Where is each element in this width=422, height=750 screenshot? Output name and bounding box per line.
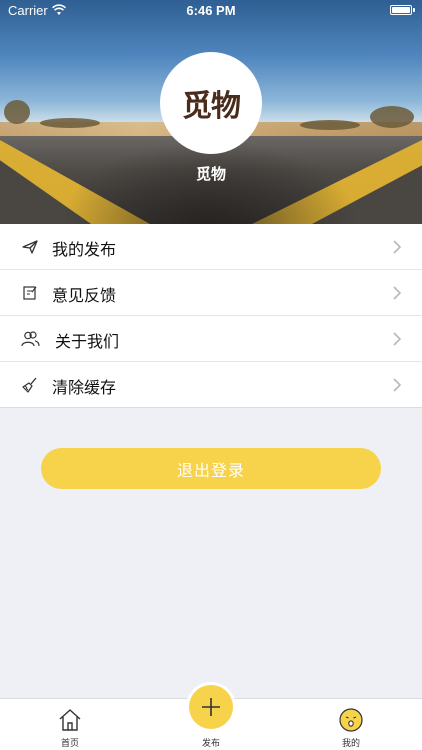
logout-button[interactable]: 退出登录: [41, 448, 381, 489]
menu-item-feedback[interactable]: 意见反馈: [0, 270, 422, 316]
chevron-right-icon: [393, 240, 402, 254]
smiley-face-icon: [339, 708, 363, 732]
status-time: 6:46 PM: [186, 3, 236, 18]
menu-item-my-posts[interactable]: 我的发布: [0, 224, 422, 270]
menu-item-label: 我的发布: [52, 240, 117, 259]
plus-icon: [202, 698, 220, 716]
broom-icon: [22, 377, 37, 393]
tab-home-label: 首页: [60, 739, 79, 749]
chevron-right-icon: [393, 332, 402, 346]
status-bar: Carrier 6:46 PM: [0, 0, 422, 22]
app-logo-text: 觅物: [182, 89, 241, 124]
publish-button[interactable]: [186, 682, 236, 732]
settings-menu: 我的发布 意见反馈 关于我们 清除缓存: [0, 224, 422, 408]
banner-shrub: [300, 120, 360, 130]
tab-mine[interactable]: 我的: [321, 699, 381, 749]
chevron-right-icon: [393, 378, 402, 392]
publish-button-circle[interactable]: [189, 685, 233, 729]
tab-home[interactable]: 首页: [40, 699, 100, 749]
feedback-note-icon: [23, 286, 37, 300]
menu-item-about-us[interactable]: 关于我们: [0, 316, 422, 362]
avatar[interactable]: 觅物: [160, 52, 262, 154]
menu-item-clear-cache[interactable]: 清除缓存: [0, 362, 422, 408]
banner-tree: [4, 100, 30, 124]
menu-item-label: 清除缓存: [52, 378, 117, 397]
battery-icon: [390, 5, 415, 15]
banner-shrub: [40, 118, 100, 128]
banner-tree: [370, 106, 414, 128]
people-icon: [21, 331, 40, 347]
paper-plane-icon: [22, 240, 38, 254]
tab-publish-label: 发布: [201, 739, 220, 749]
username: 觅物: [195, 165, 226, 183]
menu-item-label: 意见反馈: [52, 286, 117, 305]
menu-item-label: 关于我们: [55, 332, 120, 351]
chevron-right-icon: [393, 286, 402, 300]
home-icon: [59, 709, 81, 731]
tab-mine-label: 我的: [341, 739, 360, 749]
